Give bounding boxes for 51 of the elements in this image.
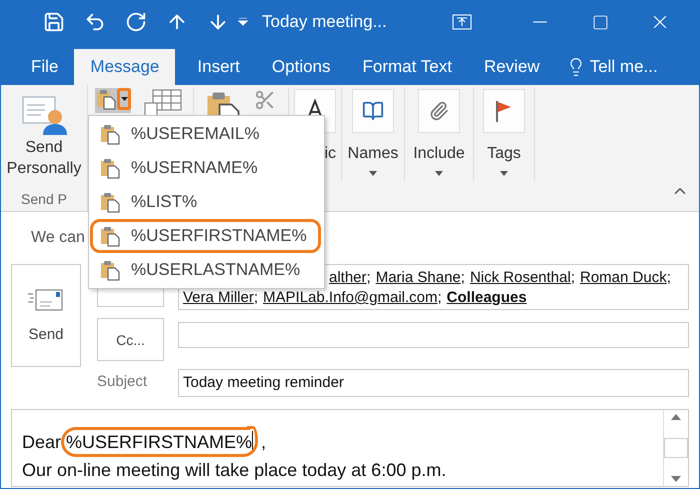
ribbon-button[interactable]: Include	[413, 145, 465, 163]
customize-caret-icon[interactable]	[238, 18, 248, 26]
body-text: Dear %USERFIRSTNAME% ,	[22, 428, 653, 456]
ribbon-button[interactable]: Tags	[487, 145, 521, 163]
book-icon	[352, 89, 394, 133]
cc-field[interactable]	[178, 322, 689, 348]
scroll-thumb[interactable]	[664, 438, 688, 458]
subject-label: Subject	[97, 372, 148, 390]
ribbon-button[interactable]: Names	[348, 145, 398, 163]
ribbon-button[interactable]: ic	[324, 145, 336, 163]
recipient-link[interactable]: Roman Duck	[580, 269, 667, 286]
clipboard-icon	[99, 191, 121, 213]
ribbon-tab[interactable]: Options	[256, 49, 347, 85]
send-button[interactable]: Send	[11, 264, 81, 367]
recipient-link[interactable]: Vera Miller	[183, 289, 254, 306]
cc-button[interactable]: Cc...	[97, 318, 164, 361]
menu-item[interactable]: %LIST%	[90, 185, 321, 219]
ribbon-tab[interactable]: Format Text	[346, 49, 468, 85]
scroll-up-icon[interactable]	[671, 414, 681, 420]
recipient-link[interactable]: Colleagues	[446, 289, 527, 306]
ribbon-tab[interactable]: Insert	[181, 49, 256, 85]
recipient-link[interactable]: MAPILab.Info@gmail.com	[263, 289, 438, 306]
info-text: We can	[31, 229, 85, 247]
clipboard-icon	[99, 157, 121, 179]
recipient-link[interactable]: alther	[329, 269, 367, 286]
scissors-icon[interactable]	[254, 89, 276, 111]
clipboard-icon	[95, 88, 117, 110]
tell-me-field[interactable]: Tell me...	[590, 57, 658, 77]
flag-icon	[483, 89, 525, 133]
envelope-icon	[28, 288, 64, 312]
clipboard-icon	[99, 123, 121, 145]
menu-item[interactable]: %USEREMAIL%	[90, 117, 321, 151]
window-title: Today meeting...	[262, 12, 388, 32]
paste-special-button[interactable]	[95, 88, 131, 113]
recipient-link[interactable]: Maria Shane	[376, 269, 461, 286]
send-personally-button[interactable]: Send Personally	[2, 137, 86, 179]
ribbon-tab[interactable]: File	[15, 49, 74, 85]
clipboard-icon	[99, 225, 121, 247]
body-text: Our on-line meeting will take place today at 6:00 p.m.	[22, 459, 448, 482]
message-body[interactable]: Dear %USERFIRSTNAME% , Our on-line meeting will take place today at 6:00 p.m.	[11, 409, 689, 487]
group-label: Send P	[21, 191, 67, 207]
subject-field[interactable]: Today meeting reminder	[178, 369, 689, 397]
scroll-down-icon[interactable]	[671, 476, 681, 482]
menu-item[interactable]: %USERNAME%	[90, 151, 321, 185]
paperclip-icon	[418, 89, 460, 133]
ribbon-tab[interactable]: Message	[74, 49, 176, 85]
clipboard-icon	[99, 259, 121, 281]
recipient-link[interactable]: Nick Rosenthal	[470, 269, 571, 286]
ribbon-tab[interactable]: Review	[468, 49, 556, 85]
menu-item[interactable]: %USERFIRSTNAME%	[90, 219, 321, 253]
caret-icon[interactable]	[120, 97, 128, 101]
